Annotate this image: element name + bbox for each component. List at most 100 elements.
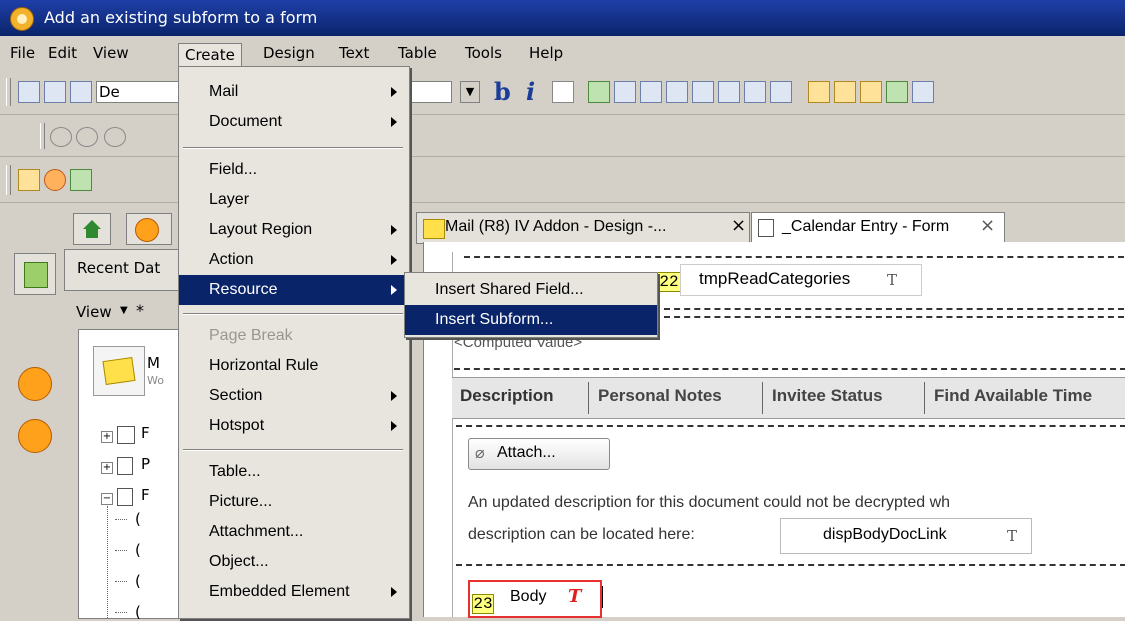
table-row-icon[interactable] [640,81,662,103]
align-icon[interactable] [552,81,574,103]
tree-item[interactable]: P [141,455,150,473]
menu-tools[interactable]: Tools [459,42,508,64]
menu-table[interactable]: Table [392,42,443,64]
menu-item-attachment[interactable]: Attachment... [179,517,409,547]
menu-item-table[interactable]: Table... [179,457,409,487]
design-element-icon[interactable] [808,81,830,103]
menu-item-label: Field... [209,161,258,178]
menu-item-label: Horizontal Rule [209,357,319,374]
tab-personal-notes[interactable]: Personal Notes [598,386,722,406]
tab-invitee-status[interactable]: Invitee Status [772,386,883,406]
replication-icon[interactable] [44,169,66,191]
field-tmpReadCategories[interactable]: tmpReadCategories T [680,264,922,296]
expand-icon[interactable]: + [101,462,113,474]
tab-find-available-time[interactable]: Find Available Time [934,386,1092,406]
section-divider [454,368,1125,370]
toolbar-grip[interactable] [6,78,11,106]
home-icon [83,220,101,229]
font-name-select[interactable]: De [96,81,180,103]
insert-row-icon[interactable] [744,81,766,103]
menu-item-hotspot[interactable]: Hotspot [179,411,409,441]
field-Body[interactable]: 23 Body T [468,580,602,618]
italic-icon[interactable]: i [526,77,535,106]
toolbar-grip[interactable] [6,165,11,195]
menu-item-embedded-element[interactable]: Embedded Element [179,577,409,607]
bold-icon[interactable]: b [494,77,511,106]
database-icon[interactable] [93,346,145,396]
submenu-arrow-icon [391,87,397,97]
expand-icon[interactable]: + [101,431,113,443]
calendar-icon[interactable] [18,169,40,191]
view-dropdown[interactable]: View [76,303,112,321]
delete-row-icon[interactable] [718,81,740,103]
menu-item-layer[interactable]: Layer [179,185,409,215]
tree-item[interactable]: ( [135,510,141,528]
menu-help[interactable]: Help [523,42,569,64]
layout-icon[interactable] [912,81,934,103]
bullet-list-icon[interactable] [588,81,610,103]
menu-item-object[interactable]: Object... [179,547,409,577]
menu-item-section[interactable]: Section [179,381,409,411]
toolbar-grip[interactable] [40,123,45,149]
database-title: M [147,354,160,372]
tab-calendar-form[interactable]: _Calendar Entry - Form × [751,212,1005,244]
field-dispBodyDocLink[interactable]: dispBodyDocLink T [780,518,1032,554]
tab-separator [924,382,925,414]
shared-field-icon[interactable] [860,81,882,103]
font-size-select[interactable] [410,81,452,103]
replicator-tab[interactable] [126,213,172,245]
menu-item-field[interactable]: Field... [179,155,409,185]
menu-file[interactable]: File [4,42,41,64]
tree-item[interactable]: F [141,486,150,504]
tree-item[interactable]: ( [135,603,141,621]
tab-description[interactable]: Description [460,386,554,406]
rich-text-icon: T [568,586,582,607]
menu-item-resource[interactable]: Resource [179,275,409,305]
properties-icon[interactable] [886,81,908,103]
view-icon[interactable] [44,81,66,103]
font-icon[interactable] [70,81,92,103]
menu-item-horizontal-rule[interactable]: Horizontal Rule [179,351,409,381]
collapse-icon[interactable]: − [101,493,113,505]
insert-column-icon[interactable] [666,81,688,103]
menu-view[interactable]: View [87,42,135,64]
menu-item-action[interactable]: Action [179,245,409,275]
menu-text[interactable]: Text [333,42,375,64]
subform-icon[interactable] [834,81,856,103]
workspace-icon[interactable] [70,169,92,191]
recent-label: Recent Dat [77,259,161,277]
search-next-icon[interactable] [76,127,98,147]
tree-item[interactable]: ( [135,572,141,590]
tree-item[interactable]: F [141,424,150,442]
form-icon[interactable] [18,81,40,103]
delete-column-icon[interactable] [770,81,792,103]
home-tab[interactable] [73,213,111,245]
new-icon[interactable]: * [136,301,144,320]
close-icon[interactable]: × [731,215,746,236]
close-icon[interactable]: × [980,215,995,236]
menu-edit[interactable]: Edit [42,42,83,64]
menu-create[interactable]: Create [178,43,242,66]
insert-column-after-icon[interactable] [692,81,714,103]
table-icon[interactable] [614,81,636,103]
menu-item-label: Action [209,251,254,268]
contacts-icon[interactable] [18,419,52,453]
menu-item-insert-subform[interactable]: Insert Subform... [405,305,657,335]
replicator-icon[interactable] [18,367,52,401]
menu-design[interactable]: Design [257,42,321,64]
search-icon[interactable] [50,127,72,147]
menu-item-insert-shared-field[interactable]: Insert Shared Field... [405,275,657,305]
bookmarks-tab[interactable] [14,253,56,295]
people-icon[interactable] [104,127,126,147]
tree-item[interactable]: ( [135,541,141,559]
chevron-down-icon[interactable]: ▼ [120,305,128,316]
chevron-down-icon[interactable]: ▼ [460,81,480,103]
tab-mail-design[interactable]: Mail (R8) IV Addon - Design -... × [416,212,750,244]
tabbed-table: Description Personal Notes Invitee Statu… [452,377,1125,419]
attach-button[interactable]: ⌀ Attach... [468,438,610,470]
page-icon [117,457,133,475]
menu-item-mail[interactable]: Mail [179,77,409,107]
menu-item-document[interactable]: Document [179,107,409,137]
menu-item-layout-region[interactable]: Layout Region [179,215,409,245]
menu-item-picture[interactable]: Picture... [179,487,409,517]
